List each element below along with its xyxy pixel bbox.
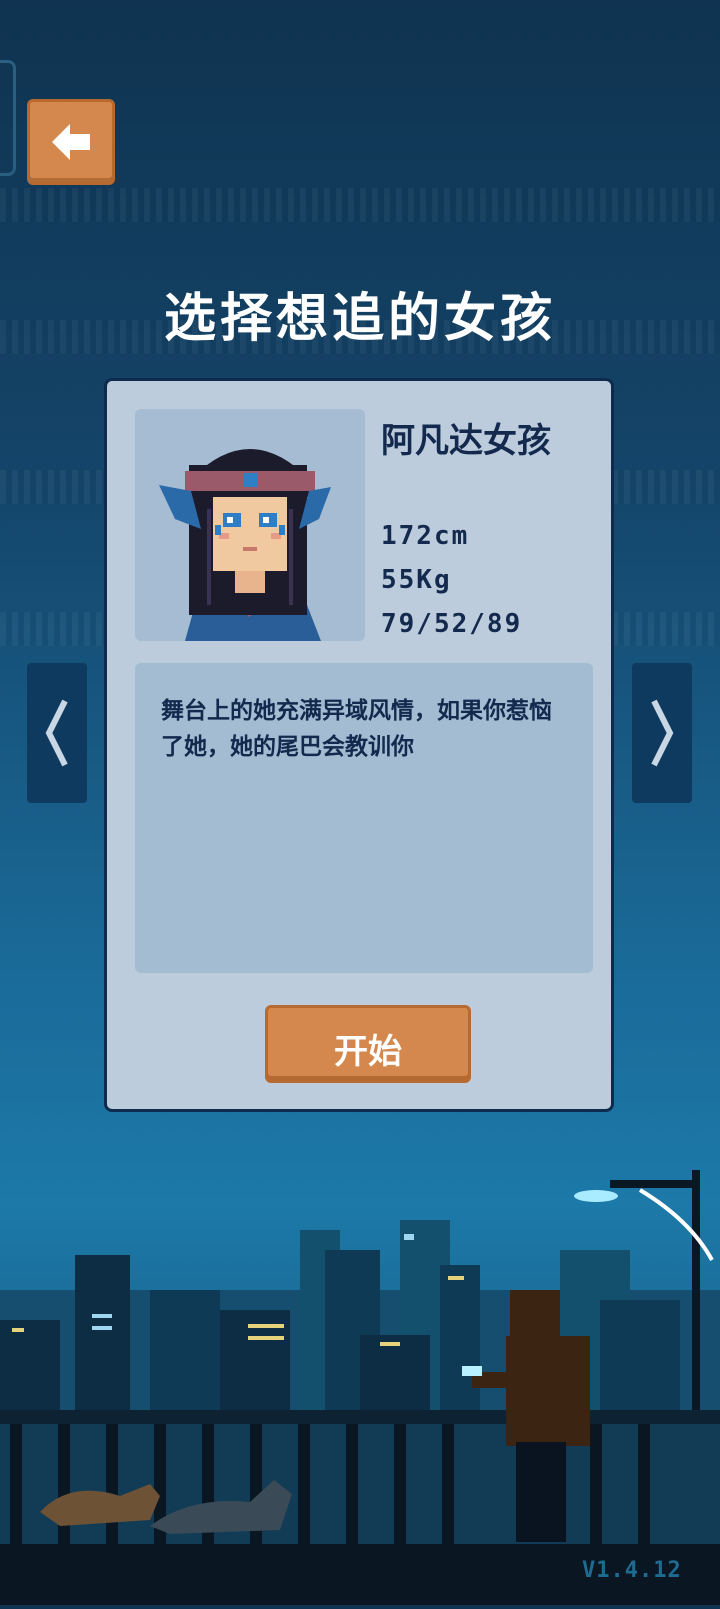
character-portrait <box>135 409 365 641</box>
version-label: V1.4.12 <box>582 1558 682 1583</box>
description-panel: 舞台上的她充满异域风情，如果你惹恼了她，她的尾巴会教训你 <box>135 663 593 973</box>
character-weight: 55Kg <box>381 565 452 595</box>
side-panel-edge <box>0 60 16 176</box>
start-button[interactable]: 开始 <box>265 1005 471 1083</box>
character-portrait-image <box>159 449 331 641</box>
city-skyline-illustration <box>0 1170 720 1605</box>
page-title: 选择想追的女孩 <box>163 289 556 349</box>
city-night-scene <box>0 1150 720 1605</box>
chevron-left-icon <box>45 699 68 767</box>
back-button[interactable] <box>27 99 115 185</box>
character-name: 阿凡达女孩 <box>381 421 551 461</box>
character-measurements: 79/52/89 <box>381 609 523 639</box>
start-button-label: 开始 <box>334 1032 402 1072</box>
character-description: 舞台上的她充满异域风情，如果你惹恼了她，她的尾巴会教训你 <box>161 698 552 760</box>
previous-character-button[interactable] <box>27 663 87 803</box>
background-stripe <box>0 188 720 222</box>
character-card: 阿凡达女孩 172cm 55Kg 79/52/89 舞台上的她充满异域风情，如果… <box>104 378 614 1112</box>
character-height: 172cm <box>381 521 470 551</box>
arrow-left-icon <box>52 124 90 160</box>
next-character-button[interactable] <box>632 663 692 803</box>
chevron-right-icon <box>651 699 674 767</box>
